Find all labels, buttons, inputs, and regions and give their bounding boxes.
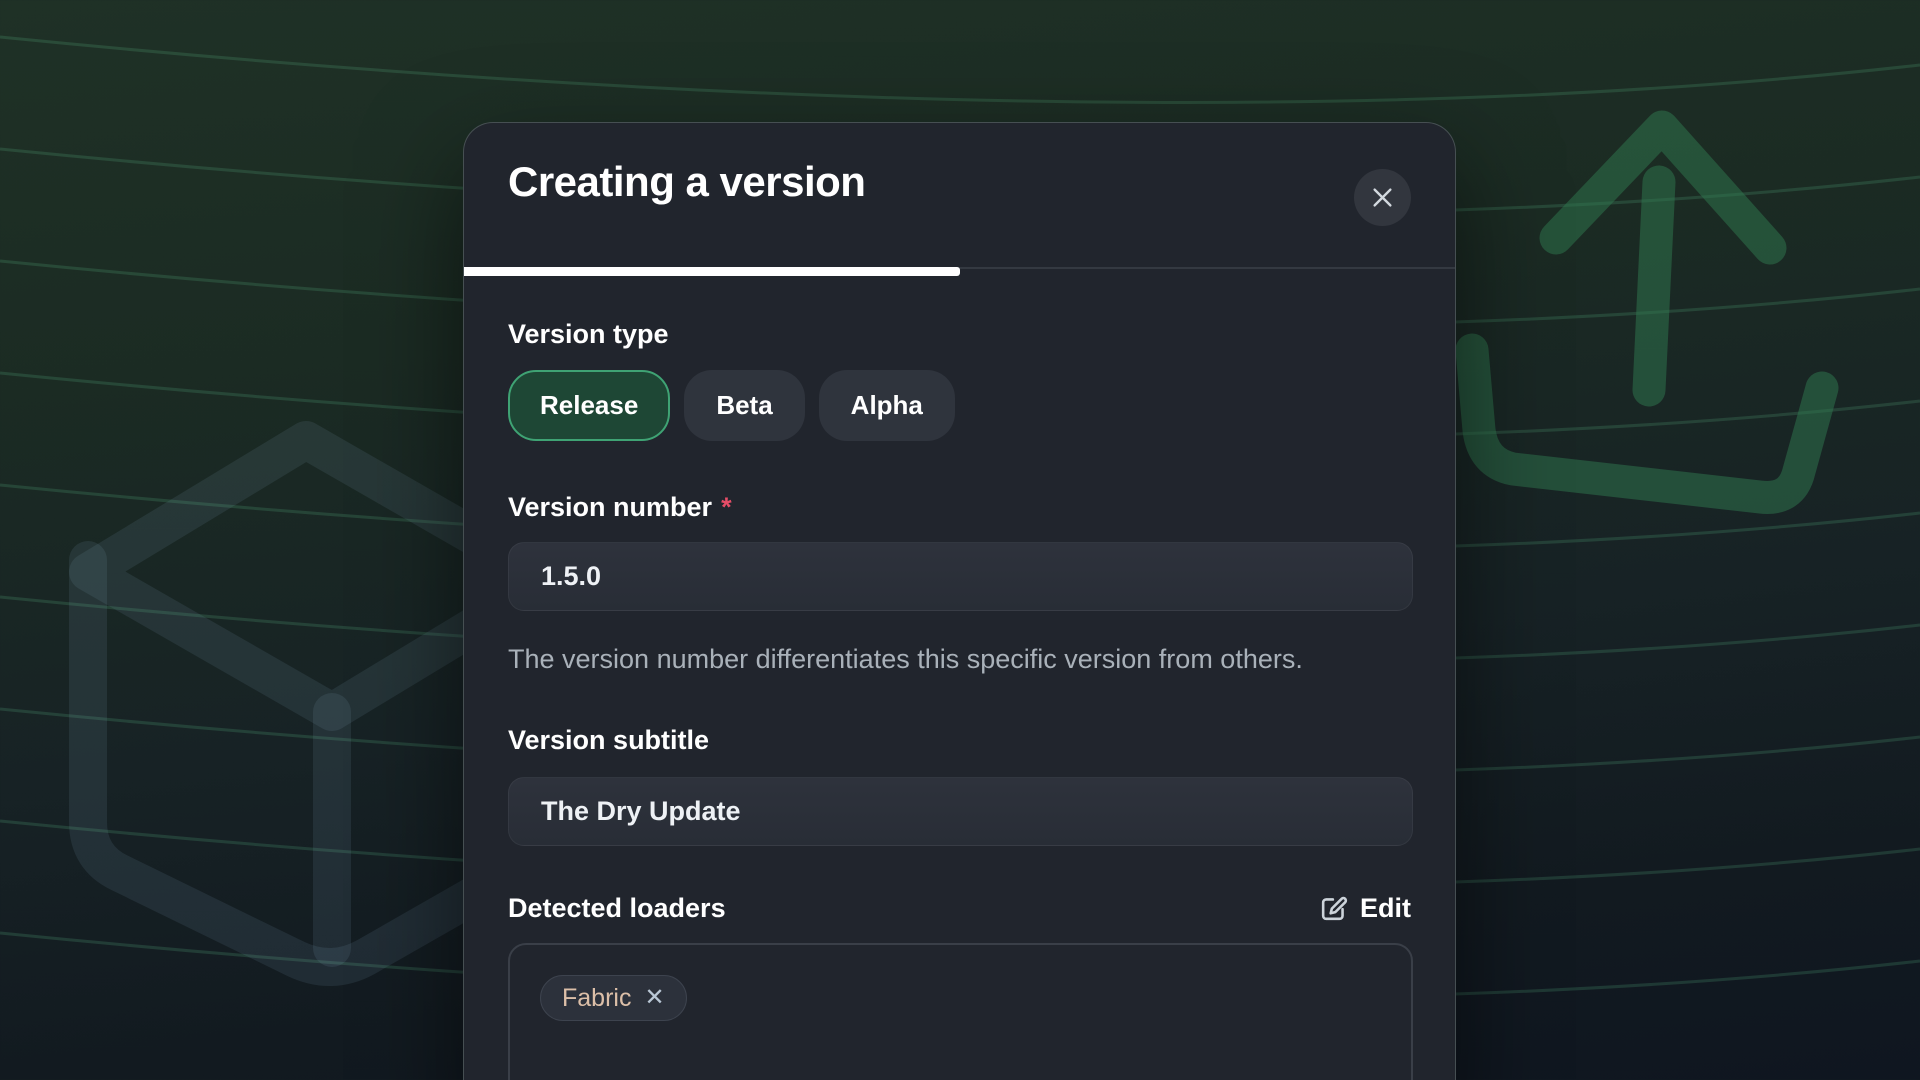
version-subtitle-label: Version subtitle xyxy=(508,724,1411,756)
close-button[interactable] xyxy=(1354,169,1411,226)
version-number-input[interactable] xyxy=(508,542,1413,611)
beta-button[interactable]: Beta xyxy=(684,370,804,441)
version-subtitle-input[interactable] xyxy=(508,777,1413,846)
edit-loaders-button[interactable]: Edit xyxy=(1318,893,1411,924)
required-asterisk: * xyxy=(721,492,732,522)
edit-pencil-icon xyxy=(1318,893,1349,924)
close-icon xyxy=(1369,184,1396,211)
edit-label: Edit xyxy=(1360,893,1411,924)
version-type-options: Release Beta Alpha xyxy=(508,370,1411,441)
alpha-button[interactable]: Alpha xyxy=(819,370,955,441)
upload-arrow-icon xyxy=(1472,127,1822,497)
progress-bar xyxy=(464,267,1455,276)
page-title: Creating a version xyxy=(508,155,865,210)
dialog-header: Creating a version xyxy=(464,123,1455,267)
progress-bar-fill xyxy=(464,267,960,276)
dialog-body: Version type Release Beta Alpha Version … xyxy=(464,318,1455,1080)
create-version-dialog: Creating a version Version type Release … xyxy=(463,122,1456,1080)
version-type-label: Version type xyxy=(508,318,1411,350)
chip-remove-button[interactable]: ✕ xyxy=(644,986,664,1010)
release-button[interactable]: Release xyxy=(508,370,670,441)
version-number-label: Version number* xyxy=(508,491,1411,523)
loader-chip-label: Fabric xyxy=(562,984,631,1013)
detected-loaders-label: Detected loaders xyxy=(508,892,726,924)
detected-loaders-box: Fabric ✕ xyxy=(508,943,1413,1080)
loader-chip-fabric: Fabric ✕ xyxy=(540,975,687,1021)
detected-loaders-row: Detected loaders Edit xyxy=(508,892,1411,924)
version-number-help-text: The version number differentiates this s… xyxy=(508,637,1348,681)
